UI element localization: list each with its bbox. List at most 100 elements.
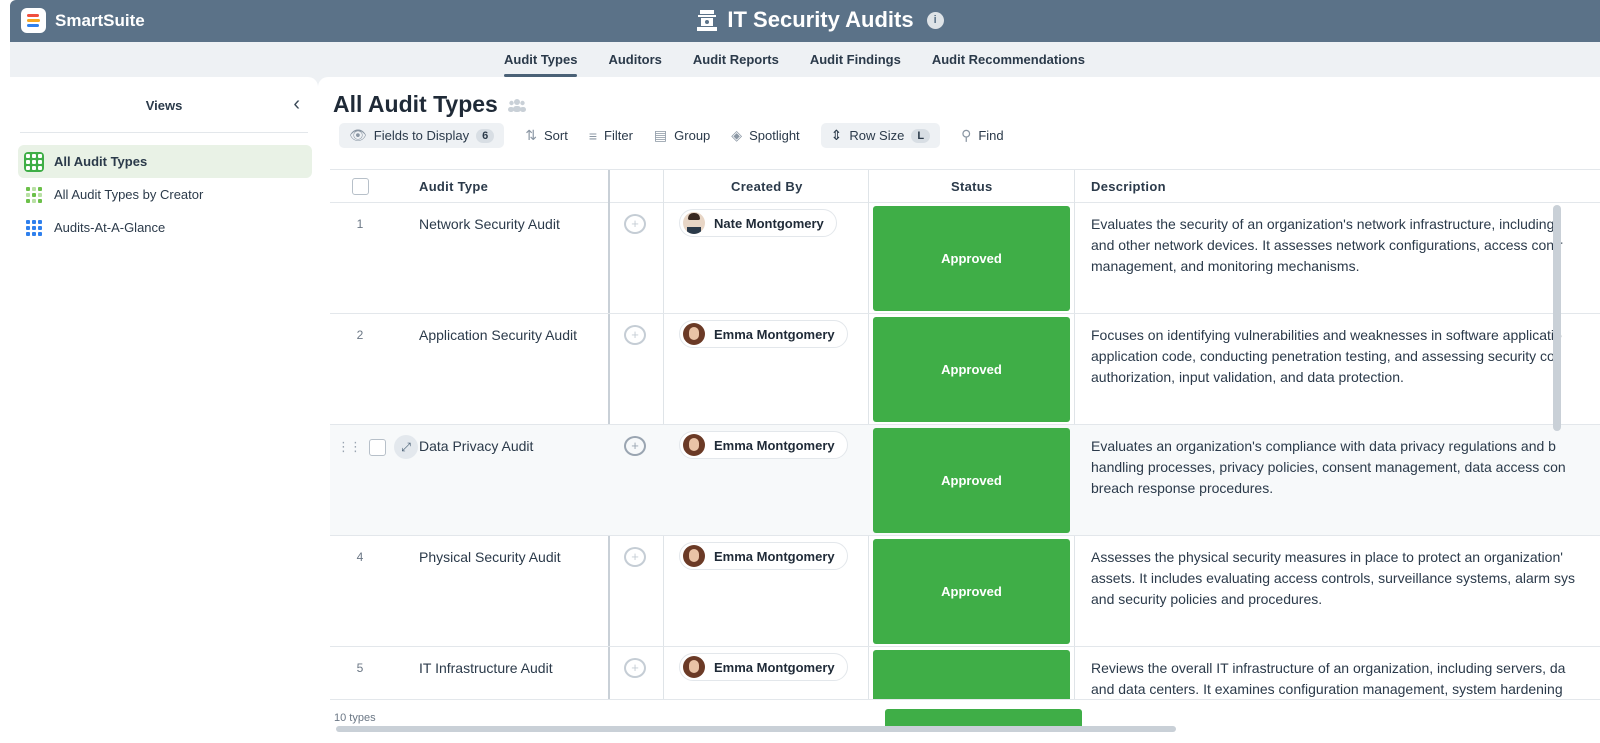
table-row[interactable]: 5 IT Infrastructure Audit + Emma Montgom… xyxy=(330,647,1600,699)
table-row[interactable]: 1 Network Security Audit + Nate Montgome… xyxy=(330,203,1600,314)
views-sidebar: Views ‹ All Audit Types All Audit Types … xyxy=(10,77,318,743)
add-comment-icon[interactable]: + xyxy=(624,214,646,234)
search-icon: ⚲ xyxy=(961,127,972,143)
row-size-icon: ⇕ xyxy=(830,127,843,143)
creator-chip[interactable]: Emma Montgomery xyxy=(679,653,848,681)
avatar xyxy=(683,212,705,234)
creator-chip[interactable]: Emma Montgomery xyxy=(679,431,848,459)
solution-title-text: IT Security Audits xyxy=(727,7,914,32)
creator-name: Emma Montgomery xyxy=(714,659,835,675)
filter-button[interactable]: ≡ Filter xyxy=(589,123,633,148)
description-line: Reviews the overall IT infrastructure of… xyxy=(1091,660,1566,676)
add-comment-icon[interactable]: + xyxy=(624,436,646,456)
drag-handle-icon[interactable]: ⋮⋮ xyxy=(337,439,362,455)
people-icon[interactable] xyxy=(507,98,526,112)
vertical-scrollbar[interactable] xyxy=(1553,205,1561,431)
table-footer: 10 types xyxy=(330,699,1600,743)
column-header-description[interactable]: Description xyxy=(1091,179,1166,194)
sidebar-item-all-audit-types-by-creator[interactable]: All Audit Types by Creator xyxy=(18,178,312,211)
description-line: Evaluates an organization's compliance w… xyxy=(1091,438,1556,454)
chevron-left-icon[interactable]: ‹ xyxy=(293,93,300,116)
row-checkbox[interactable] xyxy=(369,438,386,456)
spotlight-button[interactable]: ◈ Spotlight xyxy=(731,123,799,148)
description-cell[interactable]: Evaluates the security of an organizatio… xyxy=(1091,214,1600,277)
description-line: breach response procedures. xyxy=(1091,480,1274,496)
view-title: All Audit Types xyxy=(333,91,526,118)
find-button[interactable]: ⚲ Find xyxy=(961,123,1004,148)
description-cell[interactable]: Focuses on identifying vulnerabilities a… xyxy=(1091,325,1600,388)
grid-view: All Audit Types 👁 Fields to Display 6 ⇅ … xyxy=(318,77,1600,743)
creator-chip[interactable]: Emma Montgomery xyxy=(679,542,848,570)
sidebar-item-audits-at-a-glance[interactable]: Audits-At-A-Glance xyxy=(18,211,312,244)
status-badge[interactable]: Approved xyxy=(873,428,1070,533)
spotlight-label: Spotlight xyxy=(749,128,800,143)
tab-audit-types[interactable]: Audit Types xyxy=(504,42,578,77)
group-icon: ▤ xyxy=(653,127,668,143)
row-tools: ⋮⋮ ⤢ xyxy=(337,435,418,459)
sidebar-item-label: All Audit Types by Creator xyxy=(54,187,204,202)
audit-type-cell[interactable]: IT Infrastructure Audit xyxy=(419,660,553,676)
row-size-button[interactable]: ⇕ Row Size L xyxy=(820,123,941,148)
avatar xyxy=(683,656,705,678)
record-count: 10 types xyxy=(334,712,376,724)
add-comment-icon[interactable]: + xyxy=(624,547,646,567)
description-cell[interactable]: Evaluates an organization's compliance w… xyxy=(1091,436,1600,499)
sort-label: Sort xyxy=(544,128,568,143)
sidebar-item-all-audit-types[interactable]: All Audit Types xyxy=(18,145,312,178)
description-line: handling processes, privacy policies, co… xyxy=(1091,459,1566,475)
audit-type-cell[interactable]: Application Security Audit xyxy=(419,327,577,343)
add-comment-icon[interactable]: + xyxy=(624,658,646,678)
audit-type-cell[interactable]: Physical Security Audit xyxy=(419,549,561,565)
group-button[interactable]: ▤ Group xyxy=(654,123,710,148)
horizontal-scrollbar[interactable] xyxy=(336,726,1176,732)
tab-audit-recommendations[interactable]: Audit Recommendations xyxy=(932,42,1085,77)
creator-chip[interactable]: Nate Montgomery xyxy=(679,209,837,237)
app-header: SmartSuite IT Security Audits i xyxy=(10,0,1600,42)
audit-type-cell[interactable]: Data Privacy Audit xyxy=(419,438,533,454)
row-size-label: Row Size xyxy=(849,128,905,143)
fields-to-display-button[interactable]: 👁 Fields to Display 6 xyxy=(339,123,505,148)
row-number: 5 xyxy=(356,661,364,675)
table-row[interactable]: 2 Application Security Audit + Emma Mont… xyxy=(330,314,1600,425)
fields-count-badge: 6 xyxy=(476,128,495,143)
description-line: assets. It includes evaluating access co… xyxy=(1091,570,1575,586)
avatar xyxy=(683,545,705,567)
column-header-created-by[interactable]: Created By xyxy=(731,179,803,194)
find-label: Find xyxy=(978,128,1004,143)
group-label: Group xyxy=(674,128,711,143)
table-body: 1 Network Security Audit + Nate Montgome… xyxy=(330,203,1600,699)
description-line: and security policies and procedures. xyxy=(1091,591,1323,607)
solution-title: IT Security Audits i xyxy=(10,7,1600,38)
views-header: Views ‹ xyxy=(20,77,308,133)
audit-type-cell[interactable]: Network Security Audit xyxy=(419,216,560,232)
description-cell[interactable]: Reviews the overall IT infrastructure of… xyxy=(1091,658,1600,699)
sidebar-item-label: All Audit Types xyxy=(54,154,148,169)
status-badge[interactable]: Approved xyxy=(873,317,1070,422)
info-icon[interactable]: i xyxy=(926,11,944,29)
column-header-status[interactable]: Status xyxy=(951,179,993,194)
creator-chip[interactable]: Emma Montgomery xyxy=(679,320,848,348)
status-badge[interactable] xyxy=(873,650,1070,699)
creator-name: Emma Montgomery xyxy=(714,326,835,342)
description-cell[interactable]: Assesses the physical security measures … xyxy=(1091,547,1600,610)
row-number: 4 xyxy=(356,550,364,564)
expand-record-icon[interactable]: ⤢ xyxy=(394,435,418,459)
tab-auditors[interactable]: Auditors xyxy=(608,42,661,77)
row-number: 1 xyxy=(356,217,364,231)
column-header-audit-type[interactable]: Audit Type xyxy=(419,179,488,194)
table-row[interactable]: 4 Physical Security Audit + Emma Montgom… xyxy=(330,536,1600,647)
description-line: and data centers. It examines configurat… xyxy=(1091,681,1563,697)
tab-audit-reports[interactable]: Audit Reports xyxy=(693,42,779,77)
filter-label: Filter xyxy=(604,128,633,143)
view-title-text: All Audit Types xyxy=(333,91,498,117)
status-badge[interactable]: Approved xyxy=(873,206,1070,311)
add-comment-icon[interactable]: + xyxy=(624,325,646,345)
status-badge[interactable]: Approved xyxy=(873,539,1070,644)
card-grid-icon xyxy=(24,218,44,238)
table-row[interactable]: ⋮⋮ ⤢ Data Privacy Audit + Emma Montgomer… xyxy=(330,425,1600,536)
select-all-checkbox[interactable] xyxy=(352,178,369,195)
sort-button[interactable]: ⇅ Sort xyxy=(525,123,568,148)
tab-audit-findings[interactable]: Audit Findings xyxy=(810,42,901,77)
description-line: Focuses on identifying vulnerabilities a… xyxy=(1091,327,1562,343)
fields-label: Fields to Display xyxy=(373,128,470,143)
